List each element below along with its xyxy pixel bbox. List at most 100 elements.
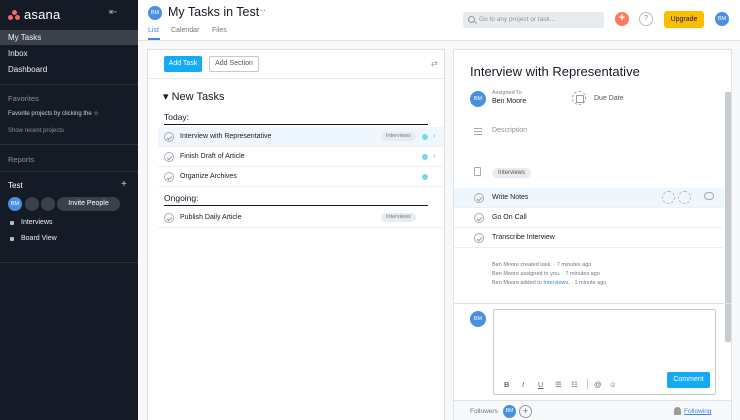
add-follower-button[interactable]: +	[519, 405, 532, 418]
task-row[interactable]: Interview with Representative Interviews…	[158, 127, 444, 147]
user-avatar[interactable]: BM	[715, 12, 729, 26]
task-name[interactable]: Publish Daily Article	[180, 214, 241, 221]
collapse-sidebar-icon[interactable]: ⇤	[109, 8, 123, 18]
detail-scrollbar[interactable]	[725, 92, 731, 342]
calendar-icon[interactable]	[572, 91, 586, 105]
team-member-avatar[interactable]: BM	[8, 197, 22, 211]
sidebar-item-inbox[interactable]: Inbox	[0, 46, 138, 61]
followers-label: Followers	[470, 408, 498, 415]
group-label-today[interactable]: Today:	[164, 112, 189, 122]
subtask-row[interactable]: Write Notes	[454, 188, 724, 208]
asana-logo-icon	[8, 9, 20, 20]
invite-people-button[interactable]: Invite People	[57, 197, 120, 211]
description-field[interactable]: Description	[492, 127, 527, 134]
active-tab-indicator	[148, 38, 160, 40]
numbered-list-icon[interactable]: ☷	[571, 380, 578, 389]
status-dot	[422, 154, 428, 160]
more-options-icon[interactable]: ···	[256, 5, 266, 16]
subtask-name[interactable]: Go On Call	[492, 214, 527, 221]
task-tag[interactable]: Interviews	[381, 132, 416, 141]
bullet-list-icon[interactable]: ☰	[555, 380, 562, 389]
logo-text: asana	[24, 7, 61, 22]
assignee-avatar[interactable]: BM	[470, 91, 486, 107]
subtask-name[interactable]: Write Notes	[492, 194, 528, 201]
tab-files[interactable]: Files	[212, 27, 227, 34]
task-row[interactable]: Organize Archives	[158, 167, 444, 187]
complete-check-icon[interactable]	[164, 172, 174, 182]
project-link[interactable]: Interviews	[543, 280, 568, 286]
add-project-icon[interactable]: +	[121, 179, 127, 190]
sidebar-project-interviews[interactable]: Interviews	[10, 219, 53, 226]
assignee-name[interactable]: Ben Moore	[492, 98, 526, 105]
sidebar-divider	[0, 84, 138, 85]
subtask-due-date-icon[interactable]	[662, 191, 675, 204]
task-title[interactable]: Interview with Representative	[470, 64, 640, 79]
bell-icon	[674, 407, 681, 415]
follower-avatar[interactable]: BM	[503, 405, 516, 418]
show-recent-projects-link[interactable]: Show recent projects	[8, 128, 64, 134]
complete-check-icon[interactable]	[164, 213, 174, 223]
emoji-icon[interactable]: ☺	[609, 380, 617, 389]
favorites-hint: Favorite projects by clicking the ☆	[8, 111, 99, 117]
sort-toggle-icon[interactable]: ⇄	[431, 59, 438, 68]
following-toggle[interactable]: Following	[684, 408, 711, 415]
assigned-to-label: Assigned To	[492, 90, 522, 96]
underline-icon[interactable]: U	[538, 380, 543, 389]
task-detail-panel: Interview with Representative BM Assigne…	[453, 49, 732, 420]
bold-icon[interactable]: B	[504, 380, 509, 389]
empty-avatar-slot[interactable]	[25, 197, 39, 211]
sidebar: asana ⇤ My Tasks Inbox Dashboard Favorit…	[0, 0, 138, 420]
asana-logo[interactable]: asana	[8, 7, 60, 22]
complete-check-icon[interactable]	[474, 233, 484, 243]
activity-item: Ben Moore added to Interviews. · 1 minut…	[492, 280, 607, 286]
subtask-row[interactable]: Transcribe Interview	[454, 228, 724, 248]
detail-tag[interactable]: Interviews	[492, 168, 532, 178]
tab-list[interactable]: List	[148, 27, 159, 34]
task-name[interactable]: Interview with Representative	[180, 133, 271, 140]
search-icon	[468, 16, 475, 23]
comment-bubble-icon[interactable]	[704, 192, 714, 200]
activity-item: Ben Moore created task. · 7 minutes ago	[492, 262, 592, 268]
section-title[interactable]: ▾ New Tasks	[163, 90, 225, 103]
team-name[interactable]: Test	[8, 181, 23, 190]
complete-check-icon[interactable]	[164, 132, 174, 142]
quick-add-button[interactable]: +	[615, 12, 629, 26]
comment-input[interactable]: B I U ☰ ☷ @ ☺ Comment	[493, 309, 716, 395]
reports-heading[interactable]: Reports	[8, 155, 34, 164]
upgrade-button[interactable]: Upgrade	[664, 11, 704, 28]
comment-button[interactable]: Comment	[667, 372, 710, 388]
complete-check-icon[interactable]	[474, 213, 484, 223]
favorites-heading: Favorites	[8, 94, 39, 103]
help-button[interactable]: ?	[639, 12, 653, 26]
complete-check-icon[interactable]	[164, 152, 174, 162]
sidebar-project-board-view[interactable]: Board View	[10, 235, 57, 242]
tab-calendar[interactable]: Calendar	[171, 27, 199, 34]
task-row[interactable]: Publish Daily Article Interviews	[158, 208, 444, 228]
project-label: Board View	[21, 235, 57, 242]
add-task-button[interactable]: Add Task	[164, 56, 202, 72]
add-section-button[interactable]: Add Section	[209, 56, 259, 72]
followers-bar: Followers BM + Following	[454, 400, 731, 420]
chevron-right-icon[interactable]: ›	[433, 151, 436, 160]
subtask-name[interactable]: Transcribe Interview	[492, 234, 555, 241]
complete-check-icon[interactable]	[474, 193, 484, 203]
sidebar-item-dashboard[interactable]: Dashboard	[0, 62, 138, 77]
empty-avatar-slot[interactable]	[41, 197, 55, 211]
group-label-ongoing[interactable]: Ongoing:	[164, 193, 199, 203]
search-input[interactable]: Go to any project or task...	[463, 12, 604, 28]
task-row[interactable]: Finish Draft of Article ›	[158, 147, 444, 167]
task-name[interactable]: Finish Draft of Article	[180, 153, 245, 160]
project-bullet-icon	[10, 220, 14, 225]
header-avatar[interactable]: BM	[148, 6, 162, 20]
task-list-panel: Add Task Add Section ⇄ ▾ New Tasks Today…	[147, 49, 445, 420]
italic-icon[interactable]: I	[522, 380, 524, 389]
subtask-assignee-icon[interactable]	[678, 191, 691, 204]
sidebar-item-my-tasks[interactable]: My Tasks	[0, 30, 138, 45]
task-tag[interactable]: Interviews	[381, 213, 416, 222]
chevron-right-icon[interactable]: ›	[433, 131, 436, 140]
due-date-field[interactable]: Due Date	[594, 95, 624, 102]
search-placeholder: Go to any project or task...	[479, 16, 556, 23]
subtask-row[interactable]: Go On Call	[454, 208, 724, 228]
mention-icon[interactable]: @	[594, 380, 602, 389]
task-name[interactable]: Organize Archives	[180, 173, 237, 180]
